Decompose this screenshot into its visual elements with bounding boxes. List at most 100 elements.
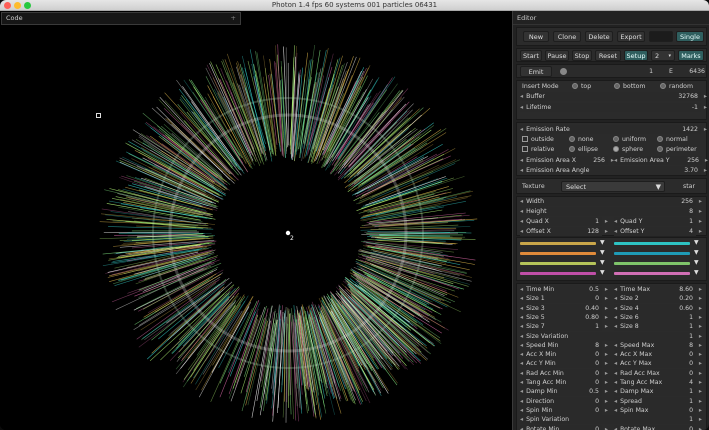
single-toggle[interactable]: Single [676,31,704,42]
emission-area-y-field[interactable]: ◂ Emission Area Y 256 ▸ [614,156,708,165]
marks-button[interactable]: Marks [678,50,704,61]
param-row-left[interactable]: ◂ Damp Min 0.5 ▸ [520,387,608,397]
color-gradient-bar[interactable] [614,262,690,265]
param-row-left[interactable]: ◂ Acc X Min 0 ▸ [520,350,608,360]
shape-ellipse-option[interactable]: ellipse [569,145,598,154]
color-picker-icon[interactable]: ▼ [600,249,605,256]
emit-button[interactable]: Emit [520,66,552,77]
insert-random-option[interactable]: random [660,82,693,91]
shape-none-option[interactable]: none [569,135,593,144]
param-row-right[interactable]: ◂ Rotate Max 0 ▸ [614,424,702,430]
new-button[interactable]: New [523,31,549,42]
buffer-field[interactable]: ◂ Buffer 32768 ▸ [520,92,707,101]
height-field[interactable]: ◂ Height 8 ▸ [520,207,702,216]
shape-sphere-option[interactable]: sphere [613,145,643,154]
color-picker-icon[interactable]: ▼ [600,269,605,276]
color-gradient-bar[interactable] [614,252,690,255]
left-arrow-icon: ◂ [520,167,524,174]
param-row-right[interactable]: ◂ Damp Max 1 ▸ [614,387,702,397]
color-picker-icon[interactable]: ▼ [694,239,699,246]
param-row-left[interactable]: ◂ Time Min 0.5 ▸ [520,285,608,294]
shape-uniform-option[interactable]: uniform [613,135,646,144]
param-row-right[interactable]: ◂ Rad Acc Max 0 ▸ [614,368,702,378]
stop-button[interactable]: Stop [572,50,592,61]
setup-button[interactable]: Setup [624,50,648,61]
insert-top-option[interactable]: top [572,82,591,91]
export-button[interactable]: Export [617,31,645,42]
particle-streak [269,58,280,144]
param-row-left[interactable]: ◂ Size 1 0 ▸ [520,294,608,304]
color-gradient-bar[interactable] [614,272,690,275]
left-arrow-icon: ◂ [614,323,618,331]
param-row[interactable]: ◂ Spin Variation 1 ▸ [520,415,702,425]
param-row-left[interactable]: ◂ Direction 0 ▸ [520,396,608,406]
param-row-left[interactable]: ◂ Speed Min 8 ▸ [520,340,608,350]
right-arrow-icon: ▸ [604,369,608,377]
particle-canvas[interactable]: 2 [0,11,510,430]
outside-checkbox[interactable]: outside [522,135,554,144]
delete-button[interactable]: Delete [585,31,613,42]
color-gradient-bar[interactable] [520,252,596,255]
param-row-left[interactable]: ◂ Spin Min 0 ▸ [520,405,608,415]
param-row[interactable]: ◂ Size Variation 1 ▸ [520,331,702,341]
right-arrow-icon: ▸ [698,332,702,340]
param-row-right[interactable]: ◂ Spread 1 ▸ [614,396,702,406]
param-row-left[interactable]: ◂ Rad Acc Min 0 ▸ [520,368,608,378]
color-picker-icon[interactable]: ▼ [694,249,699,256]
lifetime-field[interactable]: ◂ Lifetime -1 ▸ [520,103,707,112]
relative-checkbox[interactable]: relative [522,145,554,154]
shape-normal-option[interactable]: normal [657,135,688,144]
color-gradient-bar[interactable] [520,262,596,265]
offset-x-field[interactable]: ◂ Offset X 128 ▸ [520,227,608,236]
param-row-right[interactable]: ◂ Speed Max 8 ▸ [614,340,702,350]
color-gradient-bar[interactable] [520,242,596,245]
width-field[interactable]: ◂ Width 256 ▸ [520,197,702,206]
color-gradient-bar[interactable] [614,242,690,245]
quad-x-field[interactable]: ◂ Quad X 1 ▸ [520,217,608,226]
left-arrow-icon: ◂ [520,286,524,293]
param-row-right[interactable]: ◂ Spin Max 0 ▸ [614,405,702,415]
code-expand-button[interactable]: + [231,13,236,24]
offset-y-field[interactable]: ◂ Offset Y 4 ▸ [614,227,702,236]
selection-handle[interactable] [96,113,101,118]
param-row-left[interactable]: ◂ Rotate Min 0 ▸ [520,424,608,430]
param-row-right[interactable]: ◂ Acc X Max 0 ▸ [614,350,702,360]
texture-select[interactable]: Select ▼ [561,181,665,192]
emit-slider-handle[interactable] [560,68,567,75]
param-row-left[interactable]: ◂ Acc Y Min 0 ▸ [520,359,608,369]
param-row-left[interactable]: ◂ Size 7 1 ▸ [520,322,608,332]
color-picker-icon[interactable]: ▼ [600,259,605,266]
insert-bottom-option[interactable]: bottom [614,82,645,91]
param-label: Acc Y Min [526,360,556,368]
param-row-left[interactable]: ◂ Size 5 0.80 ▸ [520,312,608,322]
quad-y-field[interactable]: ◂ Quad Y 1 ▸ [614,217,702,226]
param-row-right[interactable]: ◂ Acc Y Max 0 ▸ [614,359,702,369]
emission-area-x-field[interactable]: ◂ Emission Area X 256 ▸ [520,156,614,165]
insert-mode-label: Insert Mode [522,83,559,90]
export-name-field[interactable] [649,31,673,42]
param-row-right[interactable]: ◂ Tang Acc Max 4 ▸ [614,378,702,387]
param-row-right[interactable]: ◂ Size 2 0.20 ▸ [614,294,702,304]
param-row-left[interactable]: ◂ Size 3 0.40 ▸ [520,303,608,313]
left-arrow-icon: ◂ [614,304,618,312]
param-row-right[interactable]: ◂ Size 8 1 ▸ [614,322,702,332]
emission-area-angle-field[interactable]: ◂ Emission Area Angle 3.70 ▸ [520,166,707,175]
color-gradient-bar[interactable] [520,272,596,275]
param-row-right[interactable]: ◂ Time Max 8.60 ▸ [614,285,702,294]
color-picker-icon[interactable]: ▼ [600,239,605,246]
reset-button[interactable]: Reset [595,50,621,61]
color-picker-icon[interactable]: ▼ [694,259,699,266]
clone-button[interactable]: Clone [553,31,581,42]
shape-perimeter-option[interactable]: perimeter [657,145,697,154]
emission-rate-field[interactable]: ◂ Emission Rate 1422 ▸ [520,125,707,134]
param-row-left[interactable]: ◂ Tang Acc Min 0 ▸ [520,378,608,387]
start-button[interactable]: Start [520,50,542,61]
pause-button[interactable]: Pause [545,50,569,61]
param-label: Acc Y Max [620,360,652,368]
param-row-right[interactable]: ◂ Size 6 1 ▸ [614,312,702,322]
left-arrow-icon: ◂ [520,332,524,340]
code-bar[interactable]: Code + [1,12,241,25]
color-picker-icon[interactable]: ▼ [694,269,699,276]
setup-select[interactable]: 2 ▾ [651,50,675,61]
param-row-right[interactable]: ◂ Size 4 0.60 ▸ [614,303,702,313]
